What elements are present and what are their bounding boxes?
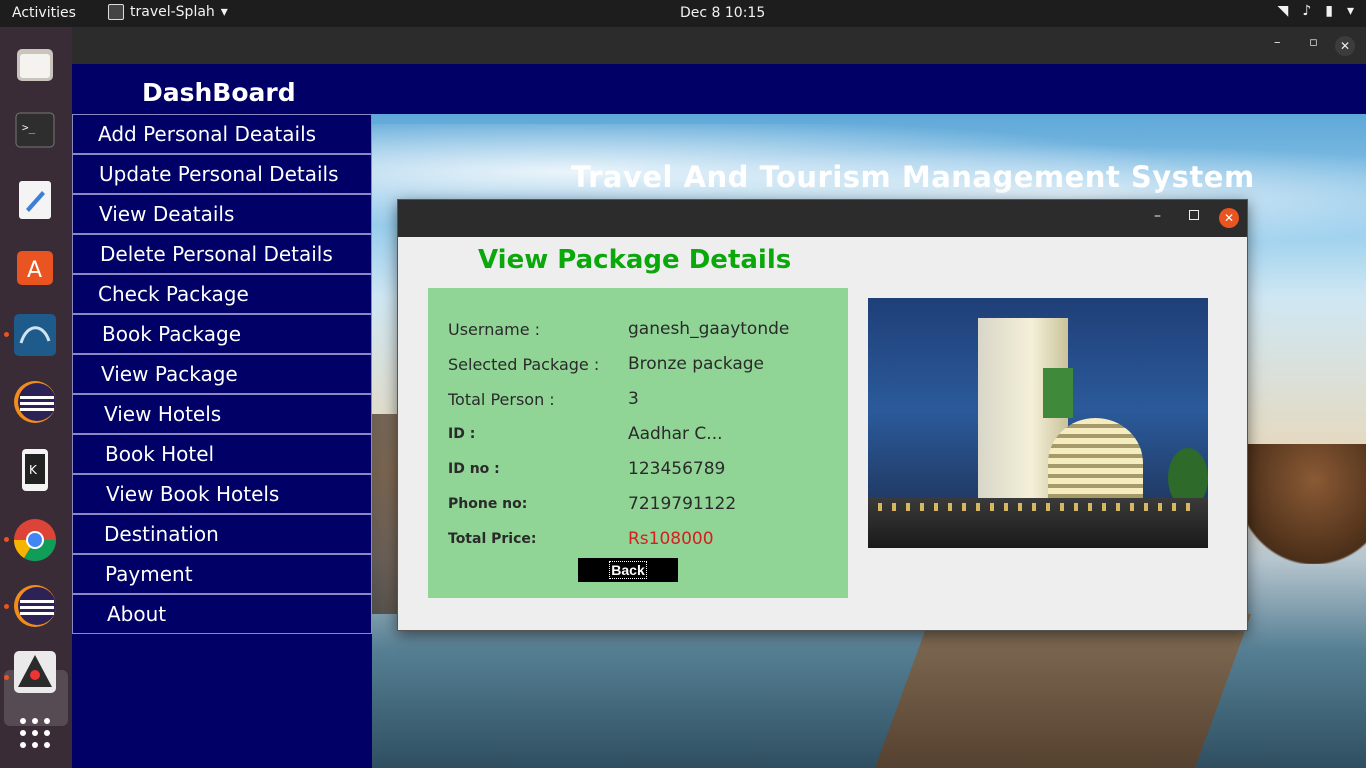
maximize-icon[interactable]: ▫ [1309, 35, 1318, 50]
total-person-label: Total Person : [448, 390, 555, 409]
total-price-label: Total Price: [448, 531, 537, 547]
kde-connect-icon[interactable]: K [12, 447, 58, 493]
id-no-label: ID no : [448, 461, 500, 477]
minimize-icon[interactable]: – [1154, 208, 1161, 224]
battery-icon: ▮ [1325, 3, 1333, 19]
dashboard-title: DashBoard [142, 78, 296, 107]
dialog-heading: View Package Details [478, 245, 792, 275]
chevron-down-icon: ▾ [220, 4, 228, 20]
id-value: Aadhar C... [628, 424, 723, 444]
minimize-icon[interactable]: – [1274, 35, 1281, 50]
sidebar: Add Personal Deatails Update Personal De… [72, 114, 372, 768]
details-panel: Username : ganesh_gaaytonde Selected Pac… [428, 288, 848, 598]
sidebar-item-add-personal-details[interactable]: Add Personal Deatails [72, 114, 372, 154]
app-store-icon[interactable]: A [12, 243, 58, 289]
back-button-label: Back [609, 561, 647, 579]
id-no-value: 123456789 [628, 459, 726, 479]
activities-button[interactable]: Activities [12, 5, 76, 21]
id-label: ID : [448, 426, 476, 442]
app-icon [108, 4, 124, 20]
eclipse-icon[interactable] [12, 583, 58, 629]
show-apps-icon[interactable] [12, 710, 58, 756]
sidebar-item-payment[interactable]: Payment [72, 554, 372, 594]
app-name: travel-Splah [130, 4, 215, 20]
system-tray[interactable]: ◥ ♪ ▮ ▾ [1278, 3, 1354, 19]
sidebar-item-delete-personal-details[interactable]: Delete Personal Details [72, 234, 372, 274]
terminal-icon[interactable]: >_ [12, 107, 58, 153]
back-button[interactable]: Back [578, 558, 678, 582]
phone-no-label: Phone no: [448, 496, 528, 512]
hotel-image [868, 298, 1208, 548]
sidebar-item-update-personal-details[interactable]: Update Personal Details [72, 154, 372, 194]
maximize-icon[interactable] [1189, 210, 1199, 220]
sidebar-item-view-hotels[interactable]: View Hotels [72, 394, 372, 434]
total-price-value: Rs108000 [628, 529, 714, 549]
top-bar: Activities travel-Splah ▾ Dec 8 10:15 ◥ … [0, 0, 1366, 27]
view-package-dialog: – ✕ View Package Details Username : gane… [397, 199, 1248, 631]
svg-text:A: A [27, 258, 42, 283]
selected-package-value: Bronze package [628, 354, 765, 374]
java-app-icon[interactable] [12, 649, 58, 695]
volume-icon: ♪ [1302, 3, 1312, 19]
sidebar-item-book-package[interactable]: Book Package [72, 314, 372, 354]
running-indicator [4, 675, 9, 680]
app-menu[interactable]: travel-Splah ▾ [108, 4, 228, 20]
dialog-titlebar[interactable]: – ✕ [398, 200, 1247, 237]
window-titlebar[interactable]: – ▫ ✕ [72, 27, 1366, 64]
running-indicator [4, 332, 9, 337]
dock: >_ A K [0, 27, 72, 768]
svg-text:>_: >_ [22, 121, 36, 134]
chrome-icon[interactable] [12, 517, 58, 563]
files-icon[interactable] [12, 42, 58, 88]
sidebar-item-destination[interactable]: Destination [72, 514, 372, 554]
svg-text:K: K [29, 463, 38, 477]
sidebar-item-book-hotel[interactable]: Book Hotel [72, 434, 372, 474]
eclipse-icon[interactable] [12, 379, 58, 425]
close-icon[interactable]: ✕ [1335, 36, 1355, 56]
username-value: ganesh_gaaytonde [628, 319, 790, 339]
text-editor-icon[interactable] [12, 177, 58, 223]
mysql-workbench-icon[interactable] [12, 312, 58, 358]
wifi-icon: ◥ [1277, 3, 1289, 19]
sidebar-item-view-book-hotels[interactable]: View Book Hotels [72, 474, 372, 514]
username-label: Username : [448, 320, 541, 339]
page-title: Travel And Tourism Management System [571, 160, 1255, 194]
selected-package-label: Selected Package : [448, 355, 600, 374]
sidebar-item-view-details[interactable]: View Deatails [72, 194, 372, 234]
running-indicator [4, 537, 9, 542]
phone-no-value: 7219791122 [628, 494, 737, 514]
sidebar-item-check-package[interactable]: Check Package [72, 274, 372, 314]
chevron-down-icon: ▾ [1346, 3, 1354, 19]
total-person-value: 3 [628, 389, 639, 409]
close-icon[interactable]: ✕ [1219, 208, 1239, 228]
sidebar-item-view-package[interactable]: View Package [72, 354, 372, 394]
sidebar-item-about[interactable]: About [72, 594, 372, 634]
running-indicator [4, 604, 9, 609]
clock[interactable]: Dec 8 10:15 [680, 5, 765, 21]
